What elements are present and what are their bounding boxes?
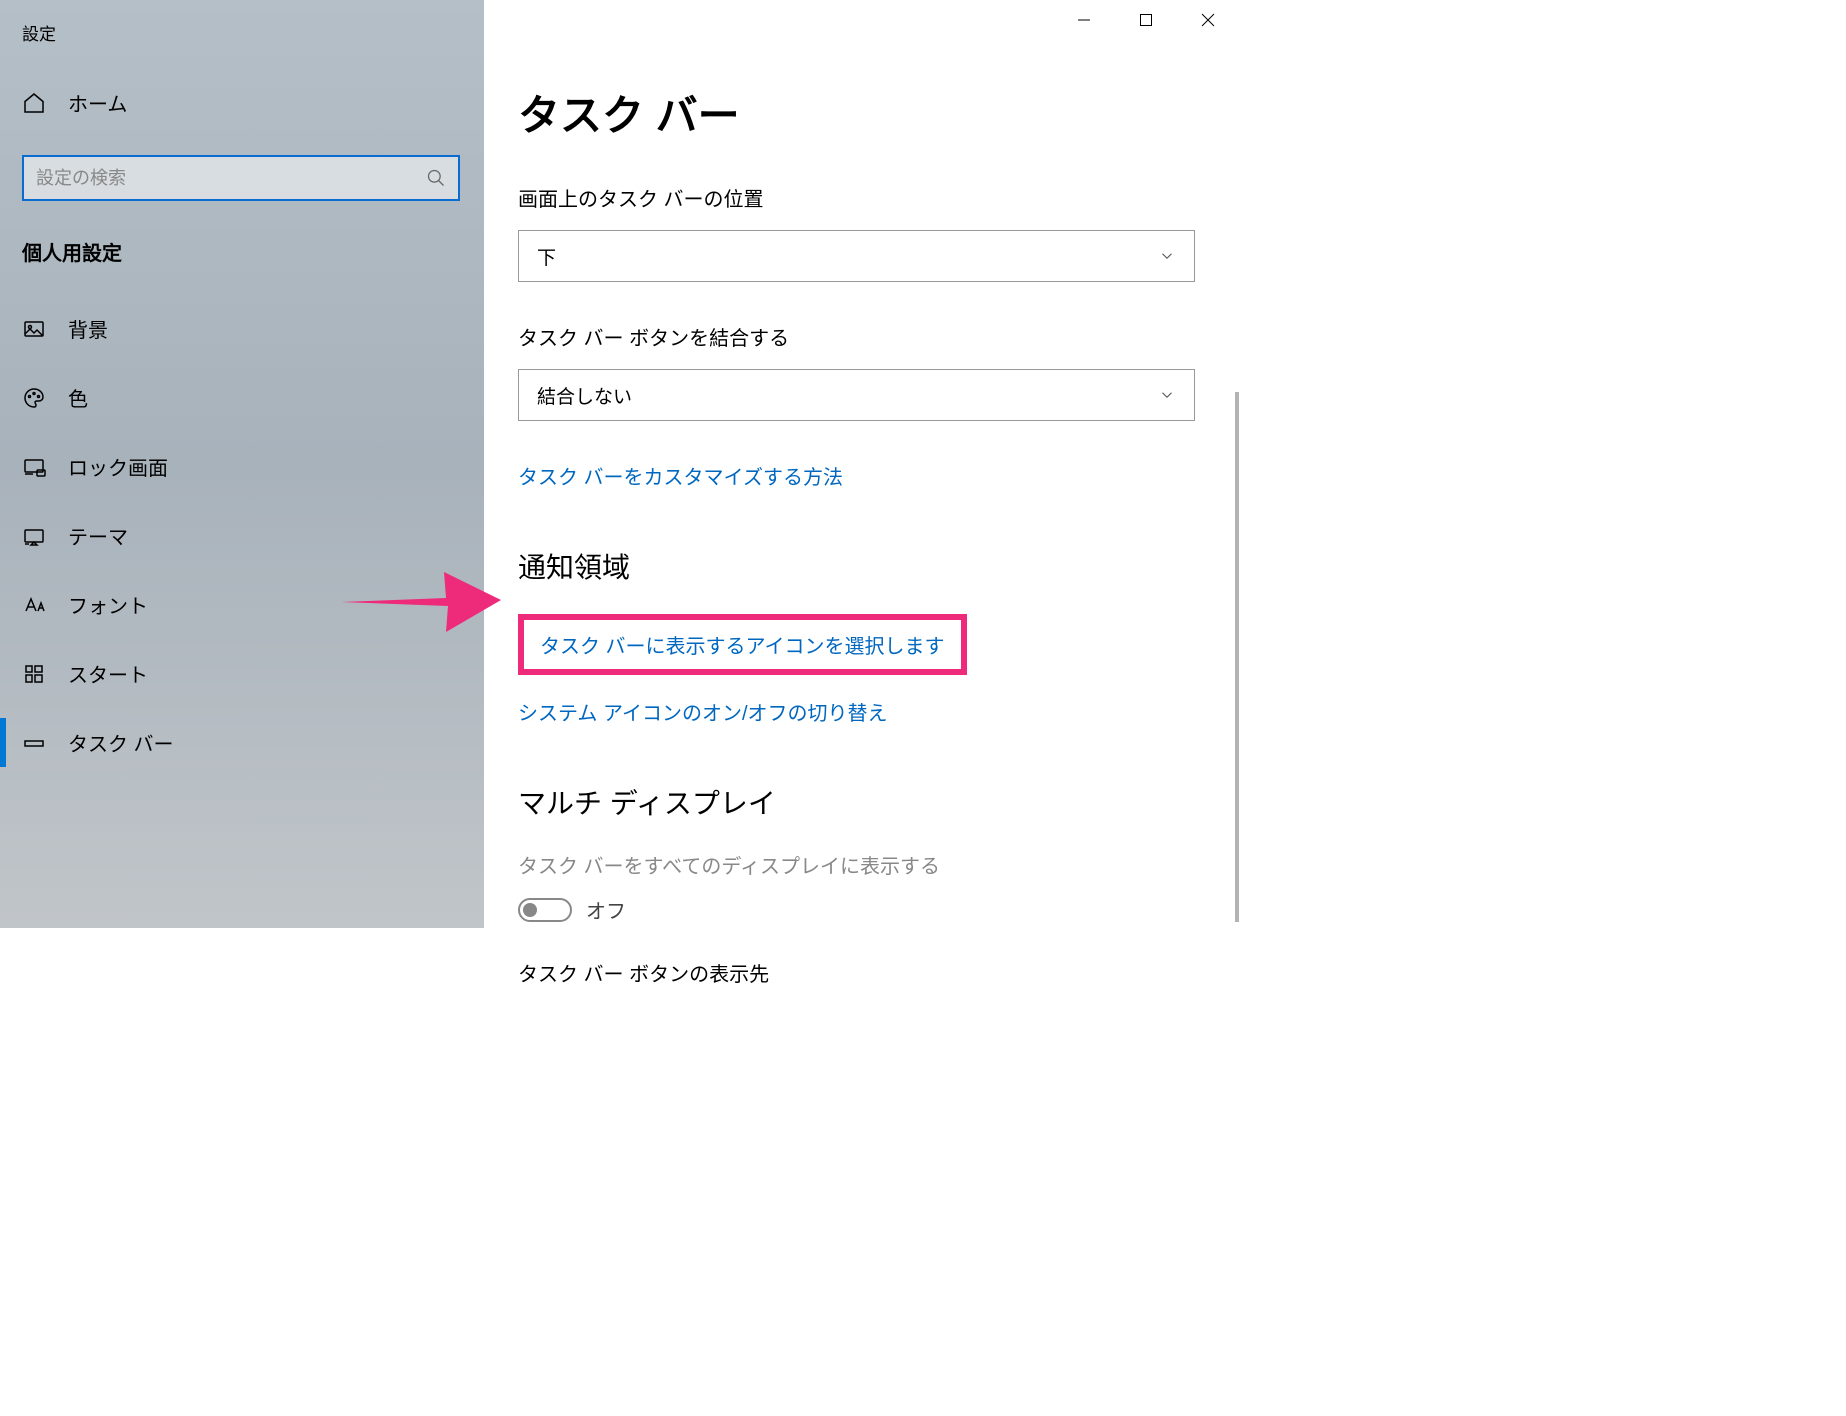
chevron-down-icon <box>1158 247 1176 265</box>
chevron-down-icon <box>1158 386 1176 404</box>
search-box[interactable] <box>22 155 460 201</box>
nav-label: タスク バー <box>68 728 174 757</box>
combine-dropdown[interactable]: 結合しない <box>518 369 1195 421</box>
multi-display-toggle-row: オフ <box>518 895 1199 924</box>
main-content: タスク バー 画面上のタスク バーの位置 下 タスク バー ボタンを結合する 結… <box>518 82 1199 1005</box>
nav-label: フォント <box>68 590 148 619</box>
page-title: タスク バー <box>518 82 1199 143</box>
toggle-knob <box>523 903 537 917</box>
nav-label: スタート <box>68 659 148 688</box>
multi-display-toggle[interactable] <box>518 898 572 922</box>
lock-screen-icon <box>22 455 46 479</box>
minimize-icon <box>1077 13 1091 27</box>
app-title: 設定 <box>22 20 56 45</box>
search-input[interactable] <box>36 168 426 189</box>
maximize-icon <box>1139 13 1153 27</box>
image-icon <box>22 317 46 341</box>
minimize-button[interactable] <box>1053 0 1115 40</box>
nav-label: ロック画面 <box>68 452 168 481</box>
highlight-annotation: タスク バーに表示するアイコンを選択します <box>518 614 967 675</box>
toggle-state: オフ <box>586 895 626 924</box>
customize-link[interactable]: タスク バーをカスタマイズする方法 <box>518 461 843 490</box>
multi-display-label: タスク バーをすべてのディスプレイに表示する <box>518 850 1199 879</box>
position-value: 下 <box>537 243 556 270</box>
sidebar: 設定 ホーム 個人用設定 背景 色 ロック画面 テーマ <box>0 0 484 928</box>
scrollbar[interactable] <box>1235 392 1239 922</box>
system-icons-link[interactable]: システム アイコンのオン/オフの切り替え <box>518 697 888 726</box>
home-label: ホーム <box>68 88 127 117</box>
nav-item-colors[interactable]: 色 <box>0 363 484 432</box>
nav-item-taskbar[interactable]: タスク バー <box>0 708 484 777</box>
font-icon <box>22 593 46 617</box>
buttons-display-label: タスク バー ボタンの表示先 <box>518 958 1199 987</box>
home-icon <box>22 91 46 115</box>
select-icons-link[interactable]: タスク バーに表示するアイコンを選択します <box>540 630 945 659</box>
nav-item-fonts[interactable]: フォント <box>0 570 484 639</box>
nav-item-background[interactable]: 背景 <box>0 294 484 363</box>
position-dropdown[interactable]: 下 <box>518 230 1195 282</box>
nav-list: 背景 色 ロック画面 テーマ フォント スタート タスク バー <box>0 294 484 777</box>
maximize-button[interactable] <box>1115 0 1177 40</box>
combine-label: タスク バー ボタンを結合する <box>518 322 1199 351</box>
nav-label: テーマ <box>68 521 128 550</box>
multi-display-heading: マルチ ディスプレイ <box>518 782 1199 822</box>
close-icon <box>1201 13 1215 27</box>
close-button[interactable] <box>1177 0 1239 40</box>
position-label: 画面上のタスク バーの位置 <box>518 183 1199 212</box>
taskbar-icon <box>22 731 46 755</box>
section-label: 個人用設定 <box>22 237 122 266</box>
nav-item-lockscreen[interactable]: ロック画面 <box>0 432 484 501</box>
start-icon <box>22 662 46 686</box>
search-icon <box>426 168 446 188</box>
home-nav-item[interactable]: ホーム <box>22 88 127 117</box>
theme-icon <box>22 524 46 548</box>
titlebar-controls <box>1053 0 1239 40</box>
nav-item-themes[interactable]: テーマ <box>0 501 484 570</box>
palette-icon <box>22 386 46 410</box>
notification-heading: 通知領域 <box>518 546 1199 586</box>
nav-item-start[interactable]: スタート <box>0 639 484 708</box>
nav-label: 背景 <box>68 314 108 343</box>
combine-value: 結合しない <box>537 382 632 409</box>
nav-label: 色 <box>68 383 88 412</box>
